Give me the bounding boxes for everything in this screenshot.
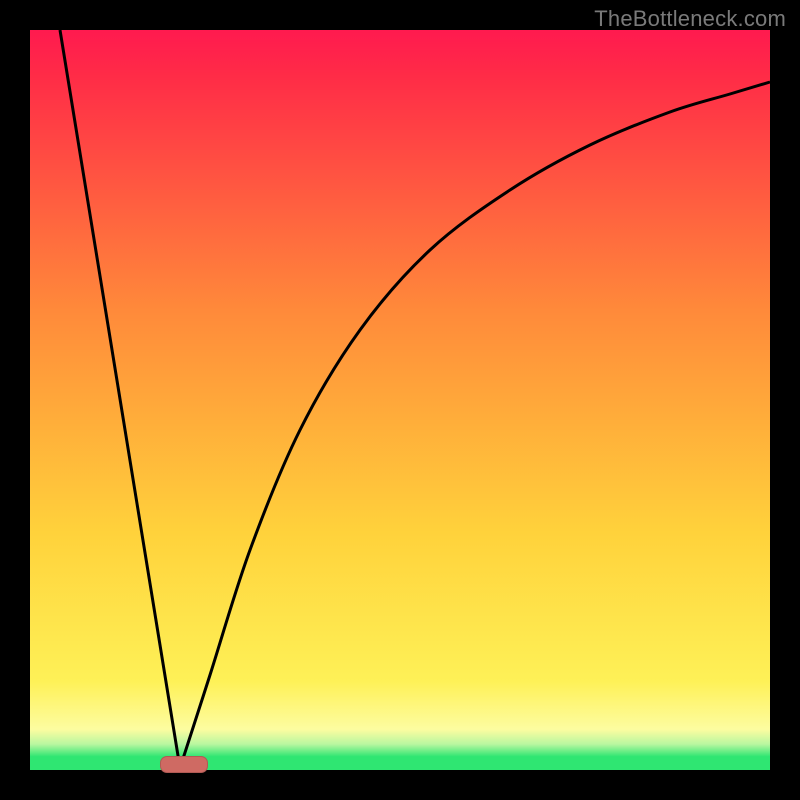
left-descending-line	[60, 30, 180, 768]
chart-frame: TheBottleneck.com	[0, 0, 800, 800]
right-rising-curve	[180, 82, 770, 768]
plot-area	[30, 30, 770, 770]
optimal-marker	[160, 756, 208, 773]
curve-layer	[30, 30, 770, 770]
watermark-text: TheBottleneck.com	[594, 6, 786, 32]
